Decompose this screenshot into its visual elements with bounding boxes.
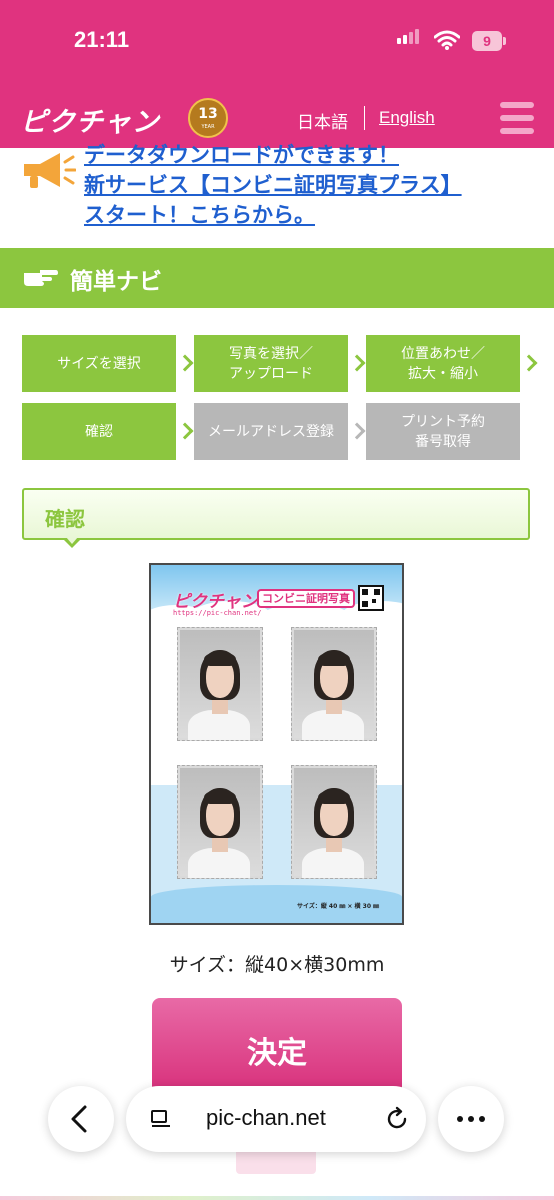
- chevron-right-icon: [176, 422, 194, 440]
- browser-back-button[interactable]: [48, 1086, 114, 1152]
- chevron-right-icon: [348, 354, 366, 372]
- chevron-left-icon: [71, 1105, 87, 1133]
- page-menu-icon[interactable]: [150, 1108, 172, 1130]
- lang-english-link[interactable]: English: [379, 108, 435, 128]
- chevron-right-icon: [176, 354, 194, 372]
- status-time: 21:11: [74, 27, 130, 52]
- sheet-url: https://pic-chan.net/: [173, 609, 262, 617]
- megaphone-icon: [24, 153, 76, 188]
- confirm-heading: 確認: [45, 507, 85, 531]
- badge-text: YEAR: [201, 124, 215, 130]
- id-photo: [291, 627, 377, 741]
- chevron-right-icon: [520, 354, 538, 372]
- id-photo: [291, 765, 377, 879]
- photo-size-text: サイズ：縦40×横30mm: [169, 954, 385, 976]
- menu-icon[interactable]: [500, 102, 534, 134]
- lang-japanese-link[interactable]: 日本語: [297, 108, 348, 133]
- battery-icon: 9: [472, 31, 502, 51]
- site-logo[interactable]: ピクチャン: [20, 100, 160, 139]
- lang-divider: [364, 106, 365, 130]
- wifi-icon: [434, 30, 460, 50]
- anniversary-badge: 13 YEAR: [188, 98, 228, 138]
- id-photo: [177, 765, 263, 879]
- announcement-link[interactable]: データダウンロードができます！ 新サービス【コンビニ証明写真プラス】 スタート！…: [84, 140, 534, 230]
- sheet-title: コンビニ証明写真: [257, 589, 355, 608]
- pointing-hand-icon: [24, 270, 58, 286]
- battery-tip: [503, 37, 506, 45]
- chevron-right-icon: [348, 422, 366, 440]
- browser-url[interactable]: pic-chan.net: [206, 1105, 326, 1131]
- more-dots-icon: [457, 1116, 485, 1122]
- navi-title: 簡単ナビ: [70, 269, 162, 295]
- confirm-heading-tail-inner: [66, 537, 78, 544]
- id-photo: [177, 627, 263, 741]
- step-email-register: メールアドレス登録: [194, 403, 348, 460]
- step-print-reservation: プリント予約 番号取得: [366, 403, 520, 460]
- browser-more-button[interactable]: [438, 1086, 504, 1152]
- photo-sheet-preview: ピクチャン コンビニ証明写真 https://pic-chan.net/ サイズ…: [149, 563, 404, 925]
- announcement-line: スタート！こちらから。: [84, 203, 315, 227]
- confirm-heading-box: [22, 488, 530, 540]
- decide-button-label[interactable]: 決定: [152, 1028, 402, 1072]
- step-select-size[interactable]: サイズを選択: [22, 335, 176, 392]
- step-select-photo[interactable]: 写真を選択／ アップロード: [194, 335, 348, 392]
- sheet-size-note: サイズ：縦 40 ㎜ × 横 30 ㎜: [297, 903, 380, 910]
- badge-number: 13: [198, 106, 218, 122]
- announcement-line: データダウンロードができます！: [84, 143, 399, 167]
- bottom-color-strip: [0, 1196, 554, 1200]
- step-adjust-position[interactable]: 位置あわせ／ 拡大・縮小: [366, 335, 520, 392]
- step-confirm[interactable]: 確認: [22, 403, 176, 460]
- qr-code: [358, 585, 384, 611]
- announcement-line: 新サービス【コンビニ証明写真プラス】: [84, 173, 462, 197]
- reload-icon[interactable]: [384, 1106, 410, 1132]
